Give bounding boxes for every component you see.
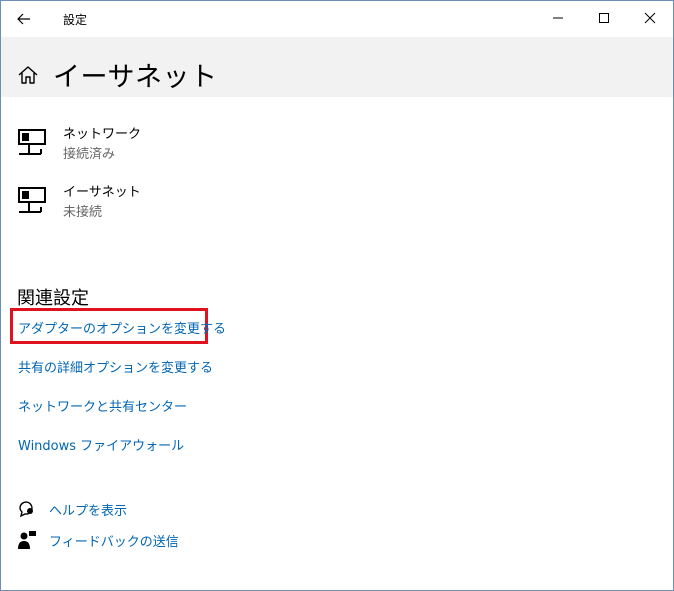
network-name: ネットワーク [63,127,142,142]
network-status: 未接続 [63,205,103,220]
network-name: イーサネット [63,185,141,200]
home-icon[interactable] [17,65,39,85]
maximize-button[interactable] [581,1,627,35]
windows-firewall-link[interactable]: Windows ファイアウォール [18,435,184,454]
related-settings-title: 関連設定 [17,288,89,309]
title-bar: 設定 [1,1,673,37]
minimize-button[interactable] [535,1,581,35]
close-button[interactable] [627,1,673,35]
ethernet-icon [18,187,46,213]
get-help-link[interactable]: ヘルプを表示 [49,500,127,519]
send-feedback-link[interactable]: フィードバックの送信 [49,531,179,550]
network-status: 接続済み [63,147,116,162]
settings-window: 設定 イーサネット ネットワーク 接続済み イーサネット 未接続 関連設定 アダ… [0,0,674,591]
arrow-left-icon [17,13,30,25]
page-title: イーサネット [53,62,218,93]
back-button[interactable] [9,5,39,33]
close-icon [644,12,656,24]
advanced-sharing-options-link[interactable]: 共有の詳細オプションを変更する [18,357,213,376]
window-title: 設定 [63,13,88,27]
network-item-ethernet[interactable]: イーサネット 未接続 [17,177,317,221]
maximize-icon [599,13,609,23]
ethernet-icon [18,129,46,155]
network-item-network[interactable]: ネットワーク 接続済み [17,119,317,163]
page-header: イーサネット [1,37,673,97]
minimize-icon [553,17,563,19]
change-adapter-options-link[interactable]: アダプターのオプションを変更する [18,318,226,337]
network-sharing-center-link[interactable]: ネットワークと共有センター [18,396,187,415]
help-chat-icon [19,501,33,518]
feedback-icon [18,531,36,549]
